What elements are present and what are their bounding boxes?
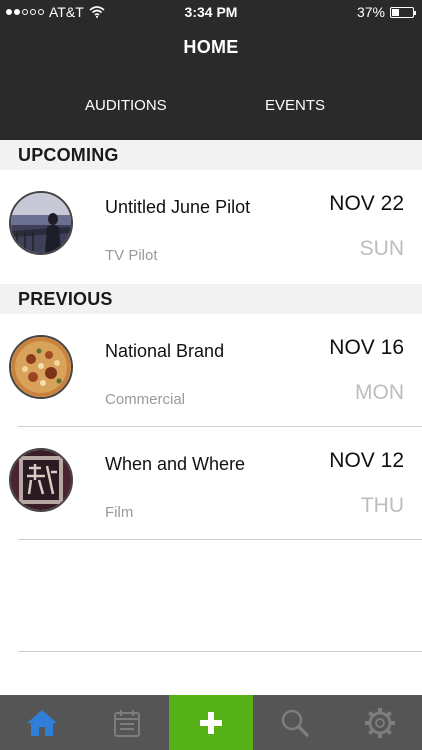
section-header-previous: PREVIOUS: [0, 284, 422, 314]
item-type: Commercial: [105, 391, 186, 408]
tab-auditions[interactable]: AUDITIONS: [85, 97, 167, 114]
list-item[interactable]: When and Where Film NOV 12 THU: [0, 427, 422, 539]
list-item[interactable]: Untitled June Pilot TV Pilot NOV 22 SUN: [0, 170, 422, 282]
item-date: NOV 16: [329, 336, 404, 359]
status-right: 37%: [356, 4, 416, 20]
item-date: NOV 12: [329, 449, 404, 472]
tab-home[interactable]: [0, 695, 84, 750]
avatar: [9, 448, 73, 512]
page-title: HOME: [183, 37, 239, 57]
item-type: TV Pilot: [105, 247, 158, 264]
item-title: Untitled June Pilot: [105, 197, 251, 217]
row-divider: [18, 651, 422, 652]
tab-events[interactable]: EVENTS: [265, 97, 325, 114]
item-title: National Brand: [105, 341, 225, 361]
bottom-tab-bar: [0, 695, 422, 750]
tab-calendar[interactable]: [84, 695, 169, 750]
item-day: MON: [355, 381, 404, 404]
status-bar: AT&T 3:34 PM 37%: [0, 0, 422, 24]
item-title: When and Where: [105, 454, 246, 474]
battery-icon: [390, 6, 416, 18]
item-day: SUN: [359, 237, 404, 260]
tab-settings[interactable]: [337, 695, 422, 750]
plus-icon: [200, 711, 222, 734]
item-day: THU: [360, 494, 404, 517]
tab-search[interactable]: [253, 695, 337, 750]
add-button[interactable]: [169, 695, 253, 750]
battery-percent: 37%: [356, 4, 385, 20]
search-icon: [281, 709, 309, 737]
item-type: Film: [105, 504, 134, 521]
section-label: PREVIOUS: [18, 289, 113, 309]
app-header: AT&T 3:34 PM 37% HOME AUDITIONS EVENTS: [0, 0, 422, 140]
row-divider: [18, 539, 422, 540]
section-header-upcoming: UPCOMING: [0, 140, 422, 170]
home-icon: [27, 709, 57, 736]
section-label: UPCOMING: [18, 145, 119, 165]
list-item[interactable]: National Brand Commercial NOV 16 MON: [0, 314, 422, 426]
calendar-icon: [113, 709, 140, 737]
avatar: [9, 191, 73, 255]
avatar: [9, 335, 73, 399]
item-date: NOV 22: [329, 192, 404, 215]
gear-icon: [364, 707, 395, 738]
